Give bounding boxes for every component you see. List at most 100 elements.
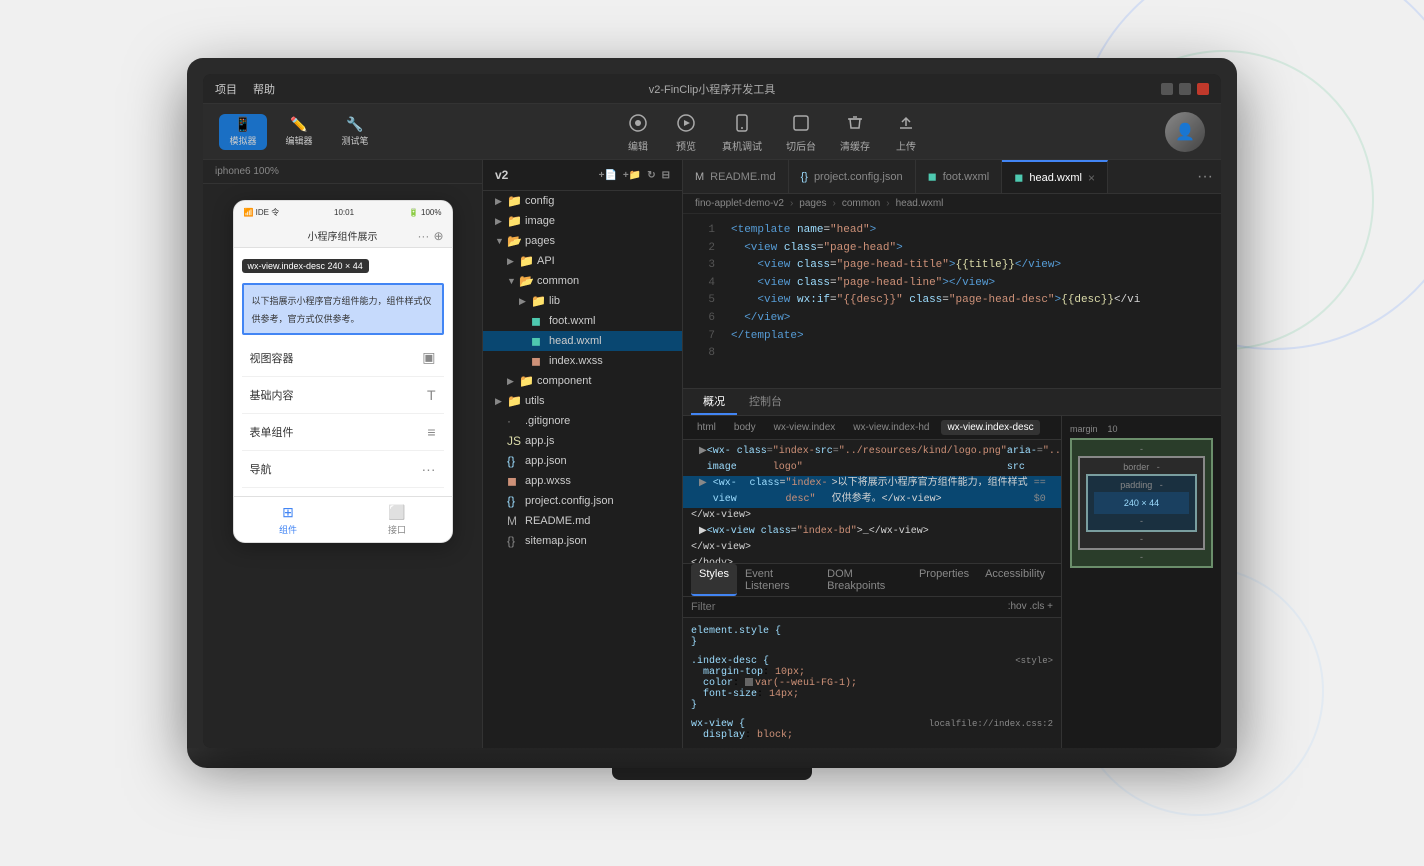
tree-item-head-wxml[interactable]: ◼ head.wxml [483,331,682,351]
phone-menu-item-3[interactable]: 表单组件 ≡ [242,414,444,451]
tree-item-app-wxss[interactable]: ◼ app.wxss [483,471,682,491]
tree-item-project-json[interactable]: {} project.config.json [483,491,682,511]
tree-item-common[interactable]: ▼ 📂 common [483,271,682,291]
breadcrumb-1[interactable]: fino-applet-demo-v2 [695,198,784,209]
tab-readme[interactable]: M README.md [683,160,789,193]
app-titlebar: 项目 帮助 v2-FinClip小程序开发工具 [203,74,1221,104]
tab-foot-wxml[interactable]: ◼ foot.wxml [916,160,1003,193]
dom-tab-wx-view-desc[interactable]: wx-view.index-desc [941,420,1039,435]
folder-icon-api: 📁 [519,254,533,268]
bottom-tabs: 概况 控制台 [683,389,1221,416]
nav-item-interface[interactable]: ⬜ 接口 [343,497,452,542]
nav-item-component[interactable]: ⊞ 组件 [234,497,343,542]
action-real-device[interactable]: 真机调试 [722,111,762,153]
styles-tab-styles[interactable]: Styles [691,564,737,596]
code-lines: 1 <template name="head"> 2 <view class="… [683,214,1221,388]
new-folder-icon[interactable]: +📁 [623,170,641,181]
editor-button[interactable]: ✏️ 编辑器 [275,114,323,150]
arrow-api: ▶ [507,256,519,267]
dom-tabs-bar: html body wx-view.index wx-view.index-hd… [683,416,1061,440]
menu-item-label-1: 视图容器 [250,350,294,366]
tree-item-utils[interactable]: ▶ 📁 utils [483,391,682,411]
new-file-icon[interactable]: +📄 [599,170,617,181]
dom-tab-wx-view-index[interactable]: wx-view.index [768,420,842,435]
action-preview[interactable]: 预览 [674,111,698,153]
tree-item-gitignore[interactable]: · .gitignore [483,411,682,431]
tree-item-app-js[interactable]: JS app.js [483,431,682,451]
menu-project[interactable]: 项目 [215,81,237,97]
tree-item-app-json[interactable]: {} app.json [483,451,682,471]
action-background[interactable]: 切后台 [786,111,816,153]
styles-tab-events[interactable]: Event Listeners [737,564,819,596]
device-panel: iphone6 100% 📶 IDE 令 10:01 🔋 100% 小程序组件展… [203,160,483,748]
style-rule-index-desc: .index-desc { <style> margin-top: 10px; … [691,656,1053,711]
close-btn[interactable]: ⊕ [433,229,443,243]
styles-tab-breakpoints[interactable]: DOM Breakpoints [819,564,911,596]
code-line-3: 3 <view class="page-head-title">{{title}… [683,257,1221,275]
menu-help[interactable]: 帮助 [253,81,275,97]
label-api: API [537,255,555,267]
maximize-button[interactable] [1179,83,1191,95]
upload-icon [894,111,918,135]
breadcrumb-2[interactable]: pages [799,198,826,209]
laptop-body: 项目 帮助 v2-FinClip小程序开发工具 📱 模拟器 [187,58,1237,748]
tab-head-wxml[interactable]: ◼ head.wxml × [1002,160,1108,193]
phone-menu-item-2[interactable]: 基础内容 T [242,377,444,414]
tree-item-index-wxss[interactable]: ◼ index.wxss [483,351,682,371]
tab-project-icon: {} [801,171,808,183]
more-dots[interactable]: ··· [417,229,429,243]
action-edit[interactable]: 编辑 [626,111,650,153]
code-area[interactable]: 1 <template name="head"> 2 <view class="… [683,214,1221,388]
dom-tab-body[interactable]: body [728,420,762,435]
collapse-icon[interactable]: ⊟ [662,170,670,181]
label-lib: lib [549,295,560,307]
laptop-stand [612,768,812,780]
phone-menu-item-4[interactable]: 导航 ··· [242,451,444,488]
dom-tab-html[interactable]: html [691,420,722,435]
simulator-label: 模拟器 [229,134,256,147]
phone-title-bar: 小程序组件展示 ··· ⊕ [234,224,452,248]
close-button[interactable] [1197,83,1209,95]
styles-tab-properties[interactable]: Properties [911,564,977,596]
label-common: common [537,275,579,287]
box-border-label: border - [1084,462,1199,472]
tree-item-readme[interactable]: M README.md [483,511,682,531]
filter-input[interactable] [691,601,1000,613]
simulator-button[interactable]: 📱 模拟器 [219,114,267,150]
test-button[interactable]: 🔧 测试笔 [331,114,379,150]
file-icon-sitemap: {} [507,534,521,548]
action-clear-label: 清缓存 [840,138,870,153]
action-clear-cache[interactable]: 清缓存 [840,111,870,153]
tree-item-lib[interactable]: ▶ 📁 lib [483,291,682,311]
bottom-tab-console[interactable]: 控制台 [737,389,794,415]
styles-tab-accessibility[interactable]: Accessibility [977,564,1053,596]
action-upload[interactable]: 上传 [894,111,918,153]
tree-item-component[interactable]: ▶ 📁 component [483,371,682,391]
tab-close-head[interactable]: × [1088,171,1095,185]
refresh-icon[interactable]: ↻ [647,170,655,181]
user-avatar[interactable]: 👤 [1165,112,1205,152]
status-right: 🔋 100% [409,208,442,217]
laptop-container: 项目 帮助 v2-FinClip小程序开发工具 📱 模拟器 [187,58,1237,808]
breadcrumb-4[interactable]: head.wxml [896,198,944,209]
laptop-screen: 项目 帮助 v2-FinClip小程序开发工具 📱 模拟器 [203,74,1221,748]
tree-item-foot-wxml[interactable]: ◼ foot.wxml [483,311,682,331]
minimize-button[interactable] [1161,83,1173,95]
style-rule-wx-view: wx-view { localfile://index.css:2 displa… [691,719,1053,741]
phone-menu-item-1[interactable]: 视图容器 ▣ [242,339,444,377]
tree-item-sitemap[interactable]: {} sitemap.json [483,531,682,551]
tab-head-icon: ◼ [1014,171,1023,184]
tree-item-config[interactable]: ▶ 📁 config [483,191,682,211]
dom-tab-wx-view-hd[interactable]: wx-view.index-hd [847,420,935,435]
preview-icon [674,111,698,135]
tab-project-json[interactable]: {} project.config.json [789,160,916,193]
bottom-tab-overview[interactable]: 概况 [691,389,737,415]
tab-more[interactable]: ··· [1189,168,1221,186]
action-edit-label: 编辑 [628,138,648,153]
tree-item-pages[interactable]: ▼ 📂 pages [483,231,682,251]
breadcrumb-3[interactable]: common [842,198,880,209]
tree-item-image[interactable]: ▶ 📁 image [483,211,682,231]
dom-line-2[interactable]: ▶ <wx-view class="index-desc">以下将展示小程序官方… [683,476,1061,508]
tree-item-api[interactable]: ▶ 📁 API [483,251,682,271]
toolbar-center: 编辑 预览 真机调试 [379,111,1165,153]
